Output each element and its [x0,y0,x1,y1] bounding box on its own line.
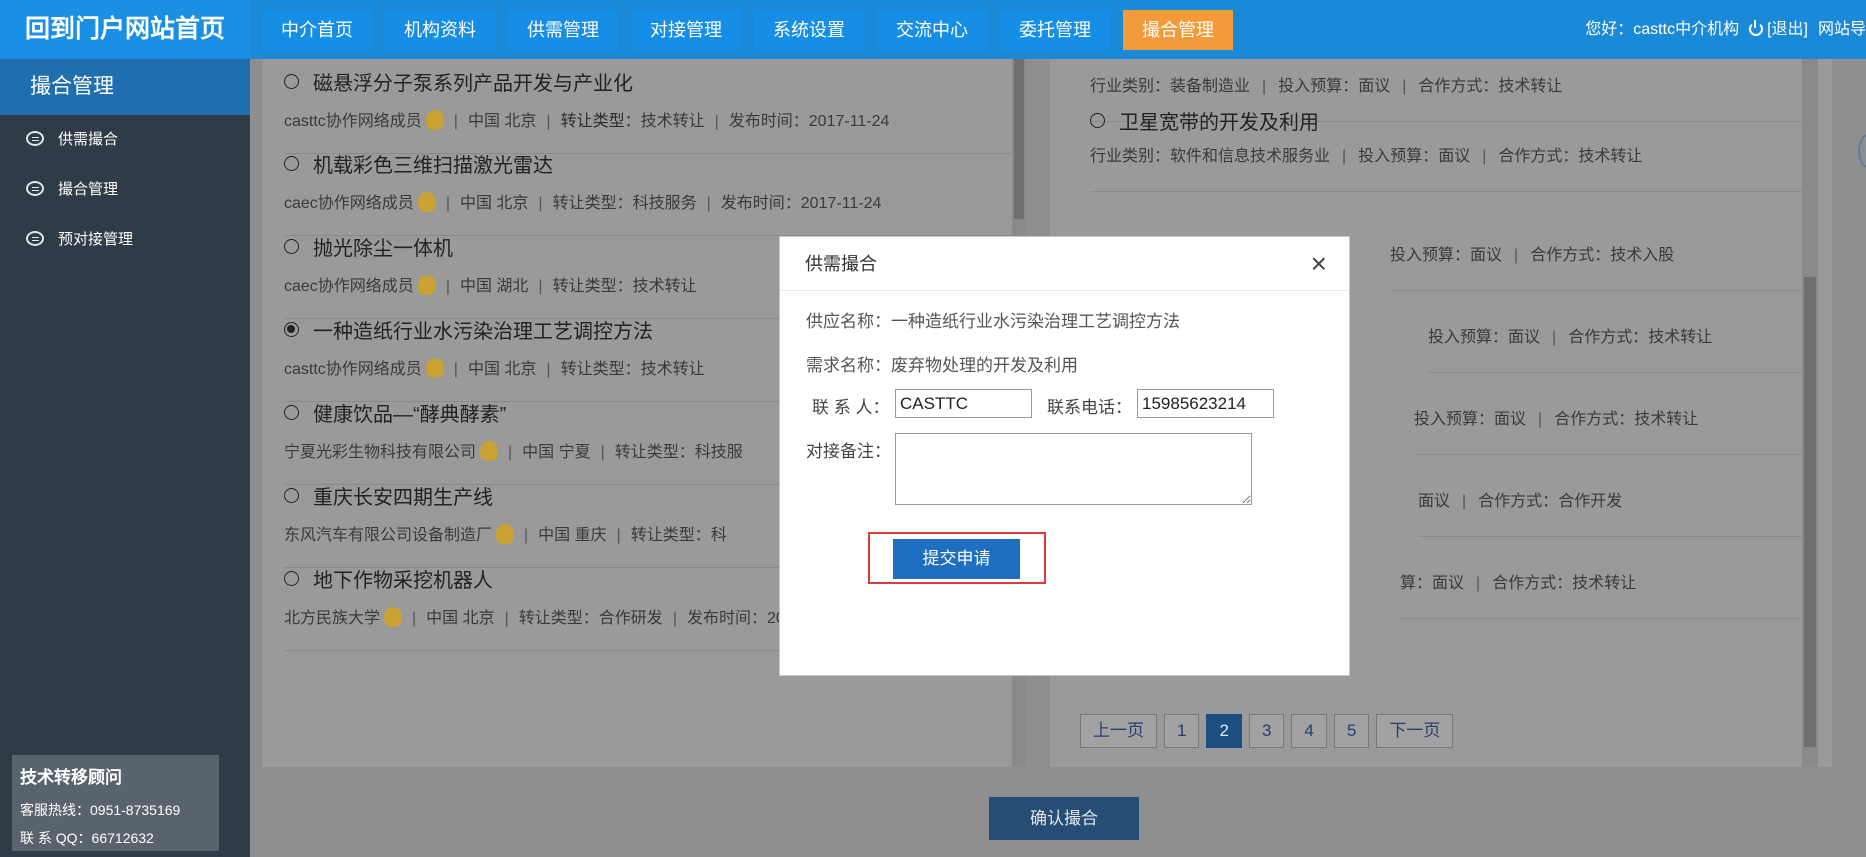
submit-button[interactable]: 提交申请 [893,539,1020,579]
nav-exchange-center[interactable]: 交流中心 [877,10,987,50]
phone-input[interactable] [1137,389,1274,418]
medal-icon [417,275,436,295]
phone-label: 联系电话： [1047,398,1132,417]
user-bar: 您好：casttc中介机构 [退出] 网站导 [1585,0,1866,59]
page-button[interactable]: 4 [1291,714,1327,748]
consultant-title: 技术转移顾问 [20,768,122,787]
medal-icon [417,192,436,212]
user-greeting: 您好：casttc中介机构 [1585,21,1740,38]
next-page-button[interactable]: 下一页 [1376,714,1454,748]
list-item[interactable]: 算：面议 | 合作方式：技术转让 [1400,521,1800,619]
sidebar-item-supply-matching[interactable]: 供需撮合 [0,115,250,165]
medal-icon [425,358,444,378]
note-textarea[interactable] [895,433,1252,505]
sidebar: 撮合管理 供需撮合 撮合管理 预对接管理 [0,59,250,857]
contact-label: 联 系 人： [812,398,890,417]
note-label: 对接备注： [806,442,891,461]
sidebar-title: 撮合管理 [0,59,250,115]
radio-button[interactable] [284,74,299,89]
consultant-box: 技术转移顾问 客服热线：0951-8735169 联 系 QQ：66712632 [12,755,219,851]
nav-org-profile[interactable]: 机构资料 [385,10,495,50]
radio-button[interactable] [284,239,299,254]
main-nav: 中介首页 机构资料 供需管理 对接管理 系统设置 交流中心 委托管理 撮合管理 [262,10,1246,50]
sidebar-item-pre-docking[interactable]: 预对接管理 [0,215,250,265]
radio-button[interactable] [284,488,299,503]
prev-page-button[interactable]: 上一页 [1080,714,1157,748]
nav-commission[interactable]: 委托管理 [1000,10,1110,50]
dialog-header: 供需撮合 × [780,237,1349,291]
nav-docking[interactable]: 对接管理 [631,10,741,50]
consultant-qq: 联 系 QQ：66712632 [20,830,154,846]
chat-icon [26,231,44,246]
top-bar: 回到门户网站首页 中介首页 机构资料 供需管理 对接管理 系统设置 交流中心 委… [0,0,1866,59]
chat-icon [26,181,44,196]
nav-matchmaking[interactable]: 撮合管理 [1123,10,1233,50]
power-icon [1749,20,1764,36]
contact-person-input[interactable] [895,389,1032,418]
demand-list-scrollbar[interactable] [1802,59,1818,767]
page-button[interactable]: 1 [1164,714,1200,748]
nav-agency-home[interactable]: 中介首页 [262,10,372,50]
demand-name-row: 需求名称：废弃物处理的开发及利用 [806,356,1078,375]
portal-home-link[interactable]: 回到门户网站首页 [0,0,250,59]
nav-system-settings[interactable]: 系统设置 [754,10,864,50]
medal-icon [425,110,444,130]
page-button-current[interactable]: 2 [1206,714,1242,748]
dialog-title: 供需撮合 [805,254,877,274]
pagination: 上一页 1 2 3 4 5 下一页 [1080,714,1460,748]
sidebar-item-matching-management[interactable]: 撮合管理 [0,165,250,215]
page-button[interactable]: 5 [1333,714,1370,748]
scrollbar-thumb[interactable] [1014,59,1024,219]
scrollbar-thumb[interactable] [1804,277,1816,747]
medal-icon [480,441,499,461]
chat-icon [26,131,44,146]
site-link[interactable]: 网站导 [1818,21,1866,38]
consultant-hotline: 客服热线：0951-8735169 [20,802,181,818]
logout-link[interactable]: [退出] [1749,20,1808,38]
page-button[interactable]: 3 [1248,714,1285,748]
radio-button[interactable] [1090,113,1105,128]
list-item[interactable]: 卫星宽带的开发及利用 行业类别：软件和信息技术服务业 | 投入预算：面议 | 合作方式：… [1090,94,1810,192]
medal-icon [384,607,403,627]
nav-supply-demand[interactable]: 供需管理 [508,10,618,50]
radio-button[interactable] [284,405,299,420]
supply-name-value: 一种造纸行业水污染治理工艺调控方法 [891,312,1180,331]
radio-button[interactable] [284,571,299,586]
demand-name-value: 废弃物处理的开发及利用 [891,356,1078,375]
confirm-match-button[interactable]: 确认撮合 [989,797,1139,840]
match-dialog: 供需撮合 × 供应名称：一种造纸行业水污染治理工艺调控方法 需求名称：废弃物处理… [780,237,1349,675]
supply-name-row: 供应名称：一种造纸行业水污染治理工艺调控方法 [806,312,1180,331]
radio-button-checked[interactable] [284,322,299,337]
medal-icon [496,524,515,544]
submit-highlight: 提交申请 [868,532,1046,584]
close-icon[interactable]: × [1311,237,1327,291]
radio-button[interactable] [284,156,299,171]
